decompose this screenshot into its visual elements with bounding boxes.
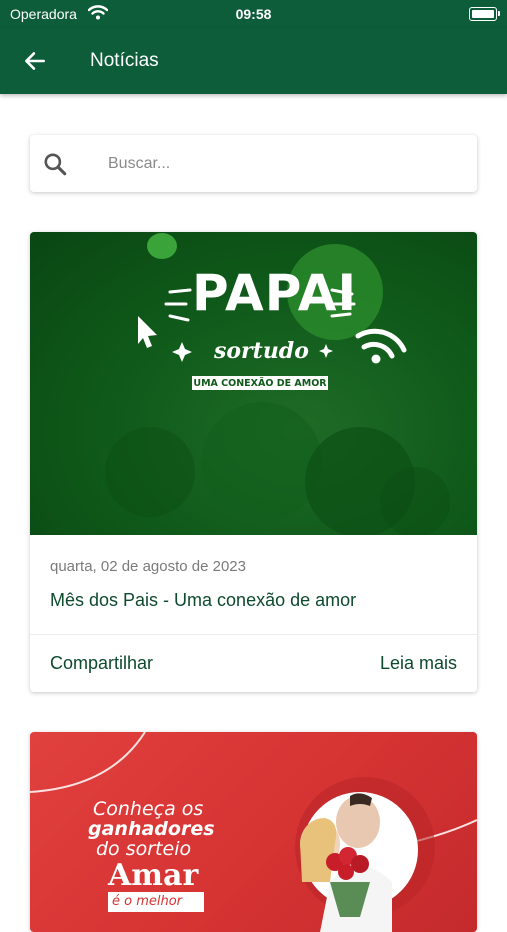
banner-headline: PAPAI — [192, 264, 358, 322]
banner-line: do sorteio — [96, 838, 192, 860]
banner-line: ganhadores — [88, 818, 215, 840]
news-banner-image[interactable]: Conheça os ganhadores do sorteio Amar é … — [30, 732, 477, 932]
share-button[interactable]: Compartilhar — [50, 653, 153, 674]
banner-script-text: sortudo — [214, 338, 309, 364]
news-date: quarta, 02 de agosto de 2023 — [50, 558, 246, 575]
app-bar: Notícias — [0, 28, 507, 94]
search-icon — [44, 153, 67, 176]
news-card: Conheça os ganhadores do sorteio Amar é … — [30, 732, 477, 932]
news-card: PAPAI sortudo UMA CONEXÃO DE AMOR quarta… — [30, 232, 477, 692]
news-banner-image[interactable]: PAPAI sortudo UMA CONEXÃO DE AMOR — [30, 232, 477, 537]
search-bar — [30, 135, 477, 192]
news-title[interactable]: Mês dos Pais - Uma conexão de amor — [50, 590, 356, 611]
arrow-back-icon[interactable] — [22, 48, 48, 74]
clock: 09:58 — [235, 6, 272, 22]
read-more-button[interactable]: Leia mais — [380, 653, 457, 674]
banner-line: Conheça os — [93, 798, 204, 820]
status-bar: Operadora 09:58 — [0, 0, 507, 28]
battery-icon — [469, 7, 500, 21]
page-title: Notícias — [90, 50, 159, 71]
banner-line: é o melhor — [112, 894, 183, 909]
banner-tagline: UMA CONEXÃO DE AMOR — [193, 378, 327, 389]
card-divider — [30, 634, 477, 635]
search-input[interactable] — [106, 147, 460, 181]
banner-line: Amar — [108, 858, 199, 893]
